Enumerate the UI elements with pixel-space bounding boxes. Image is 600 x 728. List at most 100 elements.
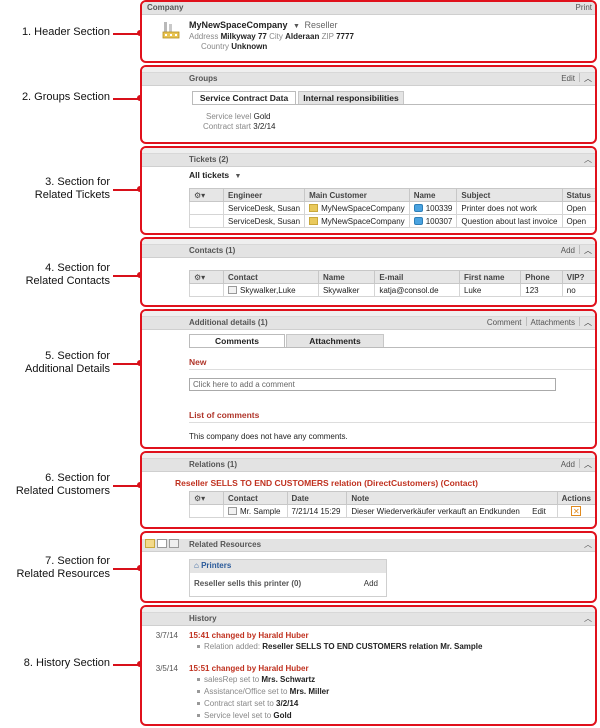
collapse-chevron-icon[interactable]: ︿ — [584, 539, 592, 551]
ticket-cell[interactable]: 100339 — [408, 201, 458, 215]
tab-internal-responsibilities[interactable]: Internal responsibilities — [298, 91, 404, 105]
contacts-section: Contacts (1) Add ︿ ⚙▾ Contact Name E-mail… — [140, 237, 597, 307]
table-row[interactable]: Skywalker,Luke Skywalker katja@consol.de… — [189, 283, 595, 297]
customer-cell[interactable]: MyNewSpaceCompany — [304, 201, 410, 215]
column-header[interactable]: Note — [346, 491, 558, 505]
callout-line — [113, 189, 140, 191]
status-cell: Open — [561, 201, 595, 215]
tab-comments[interactable]: Comments — [189, 334, 285, 348]
relation-heading: Reseller SELLS TO END CUSTOMERS relation… — [175, 478, 478, 488]
edit-relation-link[interactable]: Edit — [532, 507, 546, 516]
column-header[interactable]: First name — [458, 270, 522, 284]
collapse-chevron-icon[interactable]: ︿ — [584, 154, 592, 166]
section-title: Relations (1) — [189, 460, 238, 469]
history-item: salesRep set to Mrs. Schwartz — [197, 675, 315, 684]
separator — [525, 317, 527, 326]
collapse-chevron-icon[interactable]: ︿ — [584, 317, 592, 329]
column-header[interactable]: Actions — [556, 491, 595, 505]
history-date: 3/5/14 — [155, 664, 178, 673]
contact-icon — [228, 506, 237, 515]
history-headline: 15:51 changed by Harald Huber — [189, 664, 309, 673]
comment-link[interactable]: Comment — [487, 318, 522, 327]
collapse-chevron-icon[interactable]: ︿ — [584, 73, 592, 85]
document-view-icon[interactable] — [157, 539, 168, 548]
bullet — [197, 645, 200, 648]
table-settings-gear-icon[interactable]: ⚙▾ — [189, 188, 224, 202]
column-header[interactable]: VIP? — [561, 270, 595, 284]
engineer-cell: ServiceDesk, Susan — [222, 201, 306, 215]
company-menu-chevron-icon[interactable]: ▼ — [293, 23, 300, 30]
folder-view-icon[interactable] — [145, 539, 155, 548]
table-settings-gear-icon[interactable]: ⚙▾ — [189, 270, 224, 284]
contact-cell[interactable]: Mr. Sample — [223, 504, 288, 518]
collapse-chevron-icon[interactable]: ︿ — [584, 459, 592, 471]
list-view-icon[interactable] — [169, 539, 180, 548]
customer-link[interactable]: MyNewSpaceCompany — [321, 204, 405, 213]
section-title: Related Resources — [189, 540, 262, 549]
name-cell: Skywalker — [317, 283, 376, 297]
attachments-link[interactable]: Attachments — [531, 318, 575, 327]
new-comment-divider — [189, 369, 595, 370]
callout-tickets: 3. Section for Related Tickets — [34, 176, 110, 201]
email-cell: katja@consol.de — [374, 283, 460, 297]
section-title: Groups — [189, 74, 218, 83]
table-row[interactable]: Mr. Sample 7/21/14 15:29 Dieser Wiederve… — [189, 504, 595, 518]
note-cell: Dieser Wiederverkäufer verkauft an Endku… — [346, 504, 558, 518]
column-header[interactable]: E-mail — [374, 270, 460, 284]
contact-cell[interactable]: Skywalker,Luke — [223, 283, 319, 297]
column-header[interactable]: Date — [286, 491, 348, 505]
tab-attachments[interactable]: Attachments — [286, 334, 384, 348]
table-settings-gear-icon[interactable]: ⚙▾ — [189, 491, 224, 505]
add-contact-link[interactable]: Add — [561, 246, 575, 255]
callout-line — [113, 485, 140, 487]
column-header[interactable]: Name — [317, 270, 376, 284]
service-level-label: Service level — [206, 112, 252, 121]
ticket-filter-select[interactable]: All tickets — [189, 170, 229, 180]
column-header[interactable]: Status — [561, 188, 595, 202]
contact-link[interactable]: Mr. Sample — [240, 507, 280, 516]
vip-cell: no — [561, 283, 595, 297]
ticket-link[interactable]: 100339 — [426, 204, 453, 213]
company-icon — [309, 216, 319, 225]
ticket-link[interactable]: 100307 — [426, 217, 453, 226]
contract-start-value: 3/2/14 — [253, 122, 276, 131]
column-header[interactable]: Contact — [223, 491, 288, 505]
ticket-icon — [413, 216, 423, 225]
history-item-value: Gold — [273, 711, 292, 720]
column-header[interactable]: Engineer — [222, 188, 306, 202]
add-printer-link[interactable]: Add — [364, 579, 378, 588]
phone-cell: 123 — [520, 283, 563, 297]
section-title: Additional details (1) — [189, 318, 268, 327]
row-spacer — [189, 214, 224, 228]
separator — [579, 73, 580, 82]
collapse-chevron-icon[interactable]: ︿ — [584, 245, 592, 257]
tab-service-contract-data[interactable]: Service Contract Data — [192, 91, 296, 105]
history-item: Service level set to Gold — [197, 711, 292, 720]
table-row[interactable]: ServiceDesk, Susan MyNewSpaceCompany 100… — [189, 214, 595, 228]
row-spacer — [189, 504, 224, 518]
groups-bar: Groups Edit ︿ — [142, 73, 595, 86]
row-spacer — [189, 201, 224, 215]
edit-link[interactable]: Edit — [561, 74, 575, 83]
column-header[interactable]: Name — [408, 188, 458, 202]
column-header[interactable]: Main Customer — [304, 188, 410, 202]
add-relation-link[interactable]: Add — [561, 460, 575, 469]
column-header[interactable]: Phone — [520, 270, 563, 284]
first-name-cell: Luke — [458, 283, 522, 297]
column-header[interactable]: Contact — [223, 270, 319, 284]
column-header[interactable]: Subject — [456, 188, 563, 202]
resources-bar: Related Resources ︿ — [142, 539, 595, 552]
printer-icon: ⌂ — [194, 561, 199, 570]
ticket-cell[interactable]: 100307 — [408, 214, 458, 228]
filter-chevron-down-icon[interactable]: ▼ — [235, 173, 242, 180]
print-link[interactable]: Print — [576, 2, 592, 14]
delete-relation-icon[interactable]: ✕ — [571, 506, 582, 516]
table-row[interactable]: ServiceDesk, Susan MyNewSpaceCompany 100… — [189, 201, 595, 215]
separator — [579, 317, 580, 326]
customer-cell[interactable]: MyNewSpaceCompany — [304, 214, 410, 228]
customer-link[interactable]: MyNewSpaceCompany — [321, 217, 405, 226]
comment-input[interactable]: Click here to add a comment — [189, 378, 556, 391]
contact-link[interactable]: Skywalker,Luke — [240, 286, 296, 295]
collapse-chevron-icon[interactable]: ︿ — [584, 613, 592, 625]
group-header: ⌂ Printers — [190, 560, 386, 573]
